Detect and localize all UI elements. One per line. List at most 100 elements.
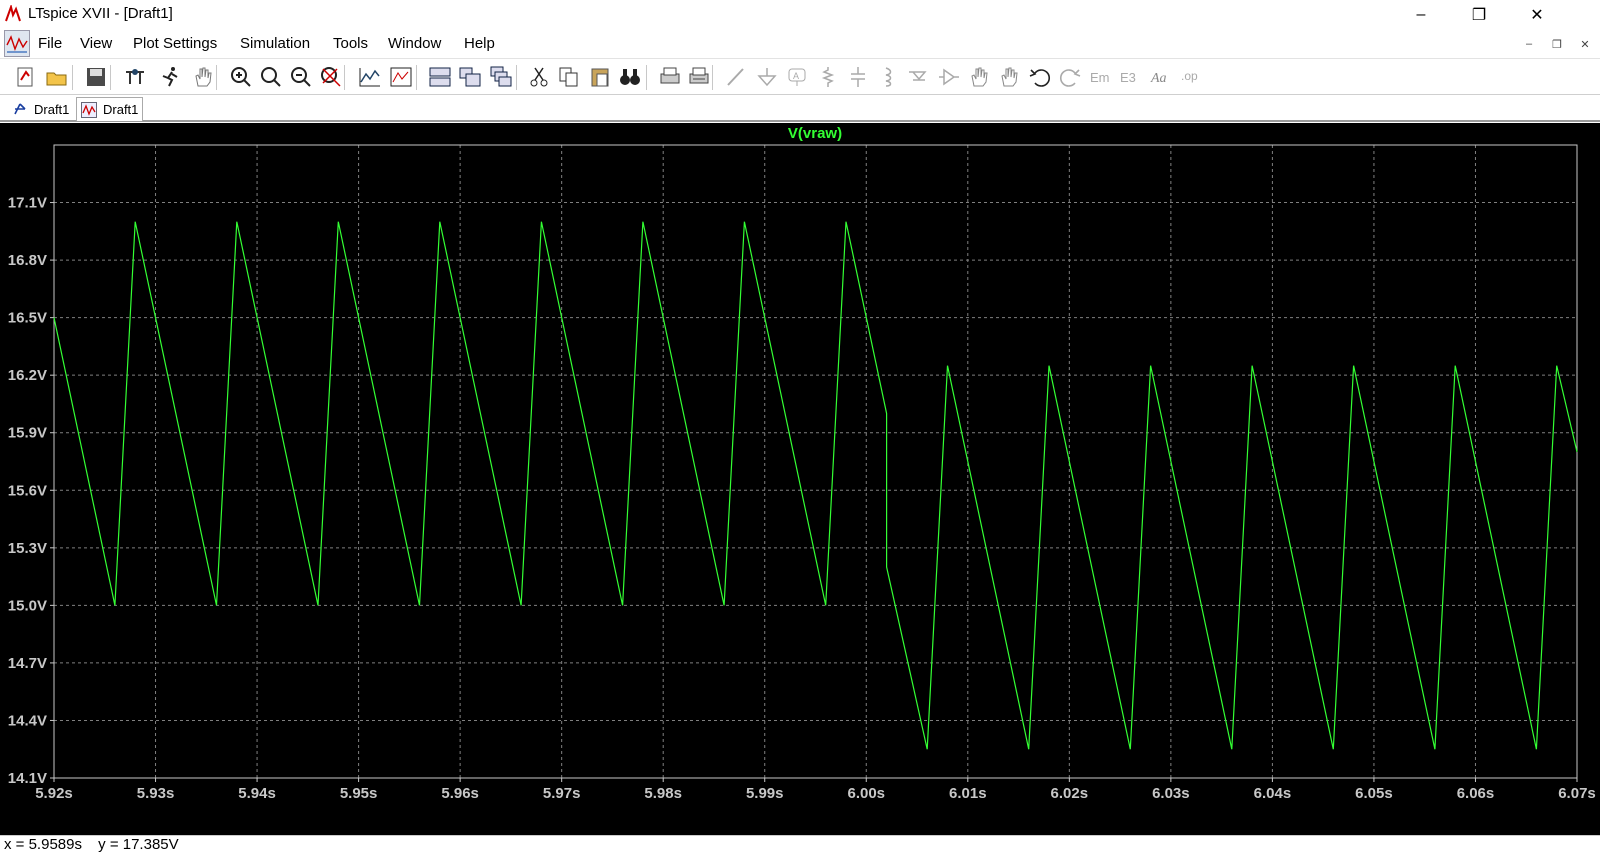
menu-simulation[interactable]: Simulation: [240, 35, 310, 52]
open-icon[interactable]: [44, 64, 70, 90]
y-tick-label: 15.0V: [8, 597, 47, 614]
toolbar-separator: [416, 65, 417, 90]
menu-window[interactable]: Window: [388, 35, 441, 52]
diode-icon[interactable]: [906, 64, 932, 90]
window-maximize-button[interactable]: ❐: [1456, 0, 1502, 30]
x-tick-label: 5.99s: [746, 785, 784, 802]
y-tick-label: 15.9V: [8, 425, 47, 442]
text-icon[interactable]: Aa: [1149, 64, 1175, 90]
print-setup-icon[interactable]: [686, 64, 712, 90]
redo-icon[interactable]: [1057, 64, 1083, 90]
status-bar: x = 5.9589s y = 17.385V: [0, 835, 1600, 854]
annotate-icon[interactable]: [388, 64, 414, 90]
cascade-icon[interactable]: [488, 64, 514, 90]
spice-directive-icon[interactable]: .op: [1179, 64, 1205, 90]
tab-label: Draft1: [34, 101, 70, 117]
control-panel-icon[interactable]: [122, 64, 148, 90]
paste-icon[interactable]: [587, 64, 613, 90]
toolbar-separator: [646, 65, 647, 90]
zoom-area-icon[interactable]: [258, 64, 284, 90]
svg-text:E3: E3: [1120, 70, 1136, 85]
tab-schematic-draft1[interactable]: Draft1: [8, 97, 73, 121]
title-bar: LTspice XVII - [Draft1] – ❐ ✕: [0, 0, 1600, 30]
tab-label: Draft1: [103, 102, 139, 117]
plot-title[interactable]: V(vraw): [788, 125, 842, 142]
x-tick-label: 6.00s: [847, 785, 885, 802]
waveform-document-icon[interactable]: [4, 30, 30, 57]
x-tick-label: 5.94s: [238, 785, 276, 802]
run-icon[interactable]: [158, 64, 184, 90]
y-tick-label: 14.1V: [8, 770, 47, 787]
label-net-icon[interactable]: A: [784, 64, 810, 90]
cursor-x-readout: x = 5.9589s: [4, 836, 82, 853]
menu-tools[interactable]: Tools: [333, 35, 368, 52]
find-icon[interactable]: [617, 64, 643, 90]
mdi-minimize-button[interactable]: –: [1518, 33, 1540, 55]
menu-plot-settings[interactable]: Plot Settings: [133, 35, 217, 52]
y-tick-label: 16.8V: [8, 252, 47, 269]
svg-text:A: A: [793, 71, 799, 81]
toolbar-separator: [216, 65, 217, 90]
x-tick-label: 6.04s: [1254, 785, 1292, 802]
menu-file[interactable]: File: [38, 35, 62, 52]
zoom-out-icon[interactable]: [288, 64, 314, 90]
x-tick-label: 5.92s: [35, 785, 73, 802]
menu-help[interactable]: Help: [464, 35, 495, 52]
x-tick-label: 6.06s: [1457, 785, 1495, 802]
x-tick-label: 5.97s: [543, 785, 581, 802]
window-close-button[interactable]: ✕: [1514, 0, 1560, 30]
waveform-icon: [81, 101, 97, 118]
x-tick-label: 6.01s: [949, 785, 987, 802]
toolbar: A Em E3 Aa .op: [0, 58, 1600, 95]
trace-vraw[interactable]: [53, 221, 1578, 750]
svg-text:.op: .op: [1181, 69, 1198, 83]
x-tick-label: 6.03s: [1152, 785, 1190, 802]
capacitor-icon[interactable]: [845, 64, 871, 90]
x-tick-label: 5.95s: [340, 785, 378, 802]
tile-vertical-icon[interactable]: [457, 64, 483, 90]
copy-icon[interactable]: [556, 64, 582, 90]
component-icon[interactable]: [936, 64, 962, 90]
mdi-restore-button[interactable]: ❐: [1546, 33, 1568, 55]
new-schematic-icon[interactable]: [13, 64, 39, 90]
save-icon[interactable]: [83, 64, 109, 90]
y-tick-label: 17.1V: [8, 195, 47, 212]
inductor-icon[interactable]: [875, 64, 901, 90]
move-icon[interactable]: [966, 64, 992, 90]
toolbar-separator: [72, 65, 73, 90]
y-tick-label: 14.4V: [8, 712, 47, 729]
undo-icon[interactable]: [1027, 64, 1053, 90]
document-tab-bar: Draft1 Draft1: [0, 95, 1600, 122]
cursor-y-readout: y = 17.385V: [98, 836, 179, 853]
y-tick-label: 16.5V: [8, 310, 47, 327]
window-title: LTspice XVII - [Draft1]: [28, 5, 173, 22]
pan-hand-icon[interactable]: [190, 64, 216, 90]
y-tick-label: 15.3V: [8, 540, 47, 557]
resistor-icon[interactable]: [815, 64, 841, 90]
menu-bar: File View Plot Settings Simulation Tools…: [0, 30, 1600, 58]
x-tick-label: 5.98s: [644, 785, 682, 802]
y-tick-label: 15.6V: [8, 482, 47, 499]
menu-view[interactable]: View: [80, 35, 112, 52]
mirror-icon[interactable]: E3: [1118, 64, 1144, 90]
zoom-fit-icon[interactable]: [318, 64, 344, 90]
cut-icon[interactable]: [526, 64, 552, 90]
svg-text:Em: Em: [1090, 70, 1110, 85]
wire-icon[interactable]: [723, 64, 749, 90]
tile-horizontal-icon[interactable]: [427, 64, 453, 90]
window-minimize-button[interactable]: –: [1398, 0, 1444, 30]
toolbar-separator: [712, 65, 713, 90]
waveform-chart[interactable]: V(vraw) 5.92s 5.93s 5.94s 5.95s 5.96s 5.97s 5.…: [0, 123, 1600, 835]
toolbar-separator: [344, 65, 345, 90]
mdi-close-button[interactable]: ✕: [1574, 33, 1596, 55]
waveform-plot-pane[interactable]: V(vraw) 5.92s 5.93s 5.94s 5.95s 5.96s 5.97s 5.…: [0, 123, 1600, 835]
ground-icon[interactable]: [754, 64, 780, 90]
autorange-icon[interactable]: [357, 64, 383, 90]
rotate-icon[interactable]: Em: [1088, 64, 1114, 90]
x-tick-label: 5.93s: [137, 785, 175, 802]
print-icon[interactable]: [657, 64, 683, 90]
x-tick-label: 6.05s: [1355, 785, 1393, 802]
tab-waveform-draft1[interactable]: Draft1: [76, 97, 144, 121]
zoom-in-icon[interactable]: [228, 64, 254, 90]
drag-icon[interactable]: [996, 64, 1022, 90]
